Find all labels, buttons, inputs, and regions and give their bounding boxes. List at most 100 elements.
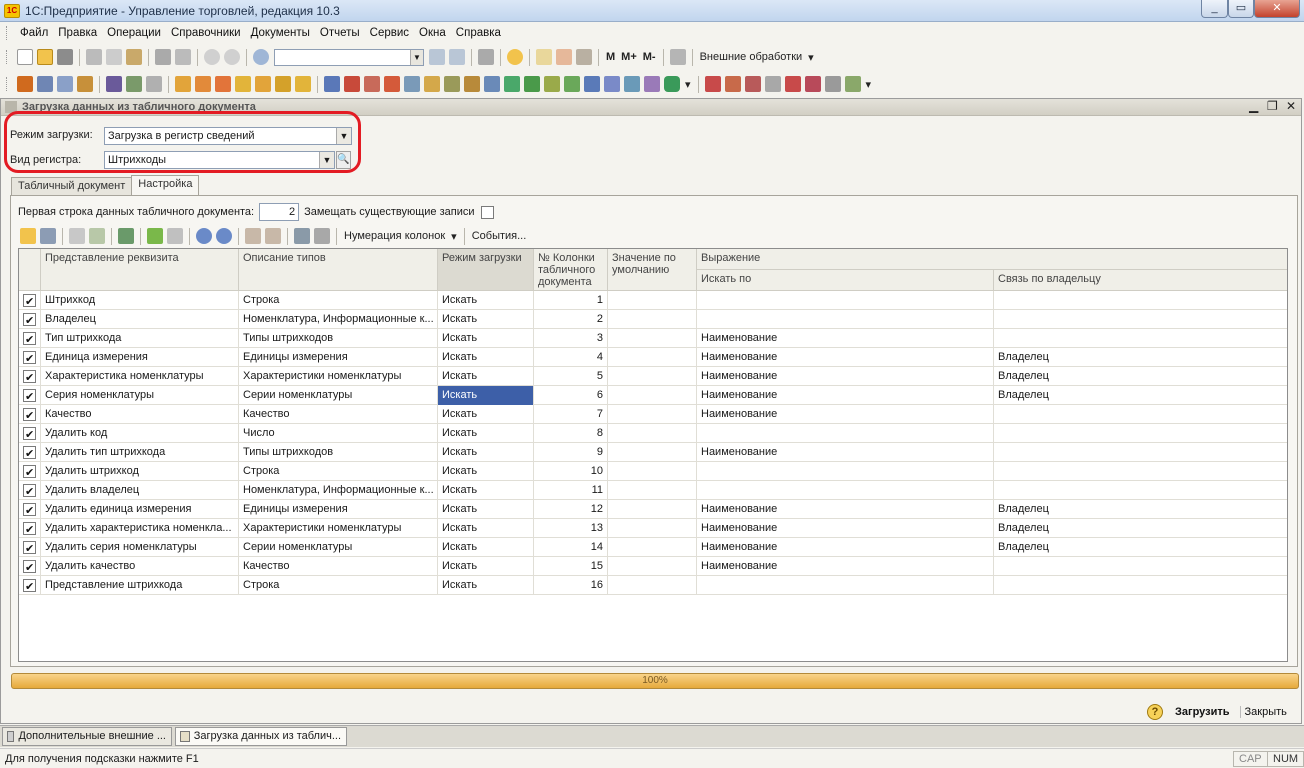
menu-windows[interactable]: Окна: [414, 27, 451, 39]
table-cell-owner[interactable]: [994, 329, 1287, 348]
search-combo[interactable]: ▼: [274, 48, 424, 66]
checkbox[interactable]: [23, 502, 36, 519]
table-cell-owner[interactable]: [994, 443, 1287, 462]
table-row[interactable]: Удалить серия номенклатурыСерии номенкла…: [19, 538, 1287, 557]
table-cell-mode[interactable]: Искать: [438, 557, 534, 576]
info-icon[interactable]: [507, 49, 523, 65]
document-icon[interactable]: [744, 76, 761, 92]
table-cell-col[interactable]: 13: [534, 519, 608, 538]
calculator-icon[interactable]: [536, 49, 552, 65]
goods-icon[interactable]: [175, 76, 191, 92]
table-cell-search[interactable]: [697, 291, 994, 310]
menu-edit[interactable]: Правка: [53, 27, 102, 39]
menu-service[interactable]: Сервис: [365, 27, 414, 39]
menu-catalogs[interactable]: Справочники: [166, 27, 246, 39]
table-cell-search[interactable]: Наименование: [697, 443, 994, 462]
table-cell-mode[interactable]: Искать: [438, 405, 534, 424]
table-cell-prop[interactable]: Удалить код: [41, 424, 239, 443]
windows-icon[interactable]: [314, 228, 330, 244]
copy-icon[interactable]: [106, 49, 122, 65]
table-cell-types[interactable]: Качество: [239, 557, 438, 576]
table-cell-search[interactable]: Наименование: [697, 329, 994, 348]
table-cell-owner[interactable]: Владелец: [994, 538, 1287, 557]
table-cell-default[interactable]: [608, 291, 697, 310]
chevron-down-icon[interactable]: ▾: [866, 78, 872, 91]
journal-icon[interactable]: [57, 76, 73, 92]
people-icon[interactable]: [106, 76, 122, 92]
maximize-button[interactable]: ▭: [1228, 0, 1254, 18]
table-cell-default[interactable]: [608, 481, 697, 500]
table-row[interactable]: Представление штрихкодаСтрокаИскать16: [19, 576, 1287, 595]
table-cell-default[interactable]: [608, 500, 697, 519]
table-row[interactable]: Удалить владелецНоменклатура, Информацио…: [19, 481, 1287, 500]
find-previous-icon[interactable]: [449, 49, 465, 65]
table-cell-types[interactable]: Строка: [239, 576, 438, 595]
row-checkbox[interactable]: [19, 329, 41, 348]
undo-icon[interactable]: [204, 49, 220, 65]
table-cell-prop[interactable]: Серия номенклатуры: [41, 386, 239, 405]
goods-icon[interactable]: [235, 76, 251, 92]
document-icon[interactable]: [324, 76, 340, 92]
table-cell-prop[interactable]: Удалить серия номенклатуры: [41, 538, 239, 557]
table-row[interactable]: Удалить характеристика номенкла...Характ…: [19, 519, 1287, 538]
table-cell-col[interactable]: 2: [534, 310, 608, 329]
table-icon[interactable]: [126, 76, 142, 92]
table-cell-prop[interactable]: Удалить качество: [41, 557, 239, 576]
table-cell-search[interactable]: Наименование: [697, 500, 994, 519]
table-cell-types[interactable]: Серии номенклатуры: [239, 386, 438, 405]
document-icon[interactable]: [524, 76, 540, 92]
doc-close-button[interactable]: ✕: [1286, 99, 1296, 113]
table-cell-col[interactable]: 3: [534, 329, 608, 348]
checkbox[interactable]: [23, 388, 36, 405]
table-cell-col[interactable]: 16: [534, 576, 608, 595]
task-external-processing[interactable]: Дополнительные внешние ...: [2, 727, 172, 746]
table-cell-owner[interactable]: Владелец: [994, 500, 1287, 519]
table-cell-col[interactable]: 1: [534, 291, 608, 310]
row-checkbox[interactable]: [19, 462, 41, 481]
document-icon[interactable]: [484, 76, 500, 92]
table-cell-types[interactable]: Единицы измерения: [239, 348, 438, 367]
row-checkbox[interactable]: [19, 386, 41, 405]
table-cell-col[interactable]: 11: [534, 481, 608, 500]
table-cell-mode[interactable]: Искать: [438, 348, 534, 367]
document-icon[interactable]: [844, 76, 861, 92]
row-checkbox[interactable]: [19, 291, 41, 310]
table-cell-mode[interactable]: Искать: [438, 538, 534, 557]
column-header-mode[interactable]: Режим загрузки: [438, 249, 534, 291]
table-cell-owner[interactable]: [994, 462, 1287, 481]
table-row[interactable]: Удалить тип штрихкодаТипы штрихкодовИска…: [19, 443, 1287, 462]
table-row[interactable]: ШтрихкодСтрокаИскать1: [19, 291, 1287, 310]
document-icon[interactable]: [784, 76, 801, 92]
first-row-input[interactable]: 2: [259, 203, 300, 221]
table-cell-mode[interactable]: Искать: [438, 443, 534, 462]
table-cell-owner[interactable]: Владелец: [994, 367, 1287, 386]
table-cell-owner[interactable]: Владелец: [994, 519, 1287, 538]
chevron-down-icon[interactable]: ▾: [808, 51, 814, 64]
tab-spreadsheet[interactable]: Табличный документ: [11, 177, 133, 195]
goods-icon[interactable]: [255, 76, 271, 92]
table-cell-default[interactable]: [608, 348, 697, 367]
chevron-down-icon[interactable]: ▾: [451, 230, 457, 243]
table-cell-prop[interactable]: Качество: [41, 405, 239, 424]
checkbox[interactable]: [23, 426, 36, 443]
document-icon[interactable]: [464, 76, 480, 92]
tab-settings[interactable]: Настройка: [131, 175, 200, 195]
table-row[interactable]: Удалить единица измеренияЕдиницы измерен…: [19, 500, 1287, 519]
calendar-icon[interactable]: [556, 49, 572, 65]
table-cell-prop[interactable]: Характеристика номенклатуры: [41, 367, 239, 386]
database-icon[interactable]: [664, 76, 680, 92]
table-cell-col[interactable]: 15: [534, 557, 608, 576]
table-cell-mode[interactable]: Искать: [438, 462, 534, 481]
save-icon[interactable]: [57, 49, 73, 65]
table-cell-types[interactable]: Число: [239, 424, 438, 443]
memory-plus-button[interactable]: M+: [621, 51, 637, 63]
chevron-down-icon[interactable]: ▾: [685, 78, 691, 91]
journal-icon[interactable]: [37, 76, 53, 92]
checkbox[interactable]: [23, 350, 36, 367]
checkbox[interactable]: [23, 521, 36, 538]
document-icon[interactable]: [384, 76, 400, 92]
document-icon[interactable]: [504, 76, 520, 92]
table-cell-mode[interactable]: Искать: [438, 481, 534, 500]
table-cell-prop[interactable]: Представление штрихкода: [41, 576, 239, 595]
table-cell-col[interactable]: 7: [534, 405, 608, 424]
